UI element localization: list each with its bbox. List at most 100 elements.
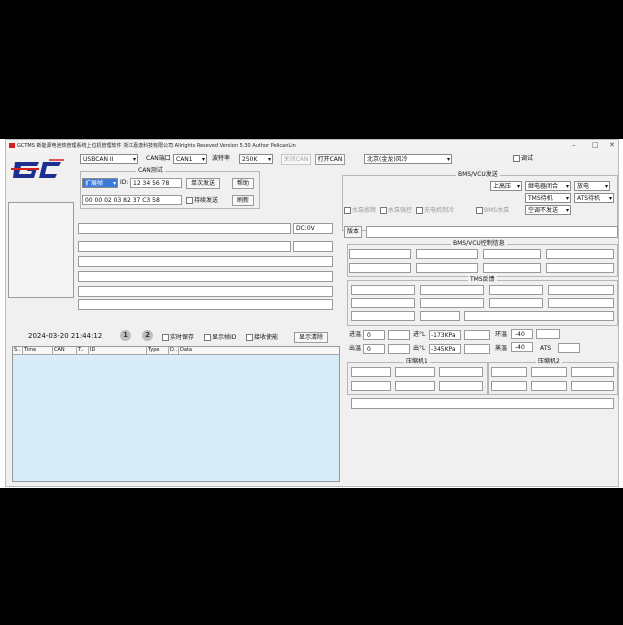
comp2-field-6 [571,381,614,391]
can-test-title: CAN测试 [136,167,165,175]
frame-type-select[interactable]: 扩展帧 [82,178,118,188]
receive-enable-box[interactable] [246,334,253,341]
baud-rate-select[interactable]: 250K [239,154,273,164]
show-filter-box[interactable] [204,334,211,341]
can-id-input[interactable]: 12 34 56 78 [130,178,182,188]
col-header-type[interactable]: Type [147,347,169,354]
ats-mode-select[interactable]: ATS待机 [574,193,614,203]
pump-control-label: 水泵强控 [388,207,413,214]
log-table-header: S.. Time CAN T.. ID Type D.. Data [13,347,339,355]
top-letterbox [0,0,623,139]
can-data-input[interactable]: 00 00 02 03 82 37 C3 58 [82,195,182,205]
tms-field-6 [420,298,484,308]
tms-field-3 [489,285,543,295]
bms-vcu-send-title: BMS/VCU发送 [456,171,500,179]
refresh-button[interactable]: 刷新 [232,195,254,206]
debug-checkbox[interactable]: 调试 [513,154,533,163]
realtime-save-checkbox[interactable]: 实时保存 [162,333,194,342]
continuous-send-checkbox[interactable]: 持续发送 [186,196,218,205]
col-header-time[interactable]: Time [23,347,53,354]
show-filter-checkbox[interactable]: 显示帧ID [204,333,236,342]
tms-field-8 [548,298,614,308]
realtime-save-box[interactable] [162,334,169,341]
tms-field-1 [351,285,415,295]
evap-temp-label: 蒸温 [495,345,508,352]
pump-fault-checkbox[interactable]: 水泵故障 [344,206,376,215]
message-log-table[interactable]: S.. Time CAN T.. ID Type D.. Data [12,346,340,482]
can-port-select[interactable]: CAN1 [173,154,207,164]
info-field-4 [78,256,333,267]
baud-rate-label: 波特率 [212,155,231,162]
comp2-field-2 [531,367,567,377]
show-filter-label: 显示帧ID [212,334,237,341]
info-field-6 [78,286,333,297]
version-button[interactable]: 版本 [344,226,362,238]
ambient-temp-extra [536,329,560,339]
col-header-can[interactable]: CAN [53,347,77,354]
info-field-5 [78,271,333,282]
open-can-button[interactable]: 打开CAN [315,154,345,165]
info-field-2 [78,241,291,252]
col-header-data[interactable]: Data [179,347,239,354]
single-send-button[interactable]: 单次发送 [186,178,220,189]
ctrl-field-8 [546,263,614,273]
col-header-seq[interactable]: S.. [13,347,23,354]
col-header-dlc[interactable]: D.. [169,347,179,354]
tms-field-2 [420,285,484,295]
relay-state-select[interactable]: 继电器闭合 [525,181,571,191]
tms-field-5 [351,298,415,308]
ats-label: ATS [540,345,552,352]
charger-cooling-box[interactable] [416,207,423,214]
col-header-id[interactable]: ID [89,347,147,354]
out-water-temp-extra [388,344,410,354]
clear-display-button[interactable]: 显示清除 [294,332,328,343]
in-water-temp-extra [388,330,410,340]
bms-pump-checkbox[interactable]: BMS水泵 [476,206,509,215]
power-state-select[interactable]: 上高压 [490,181,522,191]
ctrl-field-7 [483,263,541,273]
charge-state-select[interactable]: 放电 [574,181,610,191]
comp2-field-4 [491,381,527,391]
in-pressure-value: -173KPa [429,330,461,340]
ats-value [558,343,580,353]
bms-pump-box[interactable] [476,207,483,214]
continuous-send-label: 持续发送 [194,197,219,204]
receive-enable-checkbox[interactable]: 接收使能 [246,333,278,342]
tms-mode-select[interactable]: TMS待机 [525,193,571,203]
col-header-type-short[interactable]: T.. [77,347,89,354]
pump-fault-label: 水泵故障 [352,207,377,214]
receive-enable-label: 接收使能 [254,334,279,341]
debug-label: 调试 [521,155,534,162]
debug-checkbox-box[interactable] [513,155,520,162]
ac-send-select[interactable]: 空调不发送 [525,205,571,215]
company-logo [9,156,65,184]
out-pressure-extra [464,344,490,354]
ambient-temp-label: 环温 [495,331,508,338]
close-can-button[interactable]: 关闭CAN [281,154,311,165]
realtime-save-label: 实时保存 [170,334,195,341]
tms-field-11 [464,311,614,321]
pump-fault-box[interactable] [344,207,351,214]
comp1-field-2 [395,367,435,377]
datetime-display: 2024-03-20 21:44:12 [28,332,103,340]
out-water-temp-label: 出温 [349,345,362,352]
device-type-select[interactable]: USBCAN II [80,154,138,164]
info-field-7 [78,299,333,310]
app-window: GCTMS 新能源电池热管理系统上位机管理软件 浙江嘉逸科技有限公司 Allri… [5,139,619,487]
app-icon [9,143,15,148]
continuous-send-box[interactable] [186,197,193,204]
close-button[interactable]: ✕ [609,141,615,149]
minimize-button[interactable]: – [572,141,576,149]
pump-control-box[interactable] [380,207,387,214]
pump-control-checkbox[interactable]: 水泵强控 [380,206,412,215]
left-blank-panel [8,202,74,298]
ctrl-field-3 [483,249,541,259]
dc-voltage-field: DC:0V [293,223,333,234]
comp1-field-1 [351,367,391,377]
vehicle-model-select[interactable]: 北京(金龙)风冷 [364,154,452,164]
ctrl-field-4 [546,249,614,259]
bms-pump-label: BMS水泵 [484,207,510,214]
maximize-button[interactable]: □ [592,141,599,149]
charger-cooling-checkbox[interactable]: 充电机制冷 [416,206,454,215]
help-button[interactable]: 帮助 [232,178,254,189]
